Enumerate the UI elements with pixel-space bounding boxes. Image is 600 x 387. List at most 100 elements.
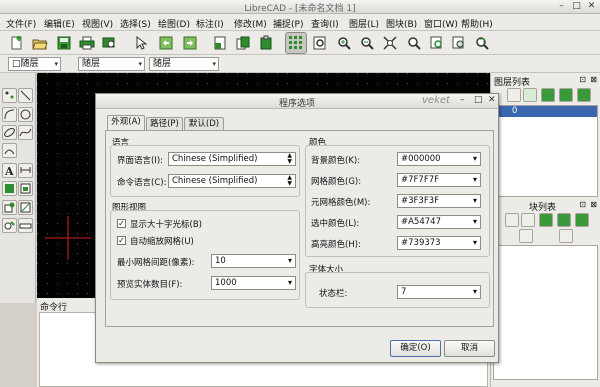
rename-block-icon[interactable] xyxy=(575,213,589,227)
layer-list[interactable]: 0 xyxy=(493,105,598,197)
add-block-icon[interactable] xyxy=(539,213,553,227)
hide-all-layers-icon[interactable] xyxy=(523,88,537,102)
hide-all-blocks-icon[interactable] xyxy=(521,213,535,227)
remove-layer-icon[interactable] xyxy=(559,88,573,102)
menu-draw[interactable]: 绘图(D) xyxy=(158,17,190,30)
tab-paths[interactable]: 路径(P) xyxy=(146,117,183,131)
tab-appearance[interactable]: 外观(A) xyxy=(107,115,145,131)
redo-icon[interactable] xyxy=(182,35,198,51)
grid-toggle-icon[interactable] xyxy=(285,32,307,54)
zoom-out-icon[interactable] xyxy=(359,35,375,51)
block-list[interactable] xyxy=(493,245,598,380)
paste-icon[interactable] xyxy=(258,35,274,51)
show-all-layers-icon[interactable] xyxy=(507,88,521,102)
autoscale-grid-checkbox[interactable]: ✓ xyxy=(117,236,126,245)
menu-window[interactable]: 窗口(W) xyxy=(424,17,458,30)
min-grid-spacing-select[interactable]: 10 ▾ xyxy=(211,254,296,268)
color-combo[interactable]: □随层 ▾ xyxy=(8,57,61,71)
grid-color-select[interactable]: #7F7F7F ▾ xyxy=(397,173,481,187)
cmd-language-select[interactable]: Chinese (Simplified) ▲ ▼ xyxy=(168,174,296,188)
float-icon-2[interactable]: ⊡ xyxy=(579,200,586,209)
meta-grid-color-select[interactable]: #3F3F3F ▾ xyxy=(397,194,481,208)
linewidth-combo[interactable]: 随层 ▾ xyxy=(78,57,145,71)
menu-block[interactable]: 图块(B) xyxy=(386,17,417,30)
modify-tool-icon[interactable] xyxy=(18,200,33,215)
point-tool-icon[interactable] xyxy=(2,88,17,103)
tab-defaults[interactable]: 默认(D) xyxy=(184,117,224,131)
layer-list-title: 图层列表 xyxy=(494,78,531,88)
polyline-tool-icon[interactable] xyxy=(2,143,17,158)
select-pointer-icon[interactable] xyxy=(133,35,149,51)
tab-content: 语言 界面语言(I): Chinese (Simplified) ▲ ▼ 命令语言(… xyxy=(105,130,494,327)
cad-tools-palette: A xyxy=(0,73,36,303)
line-tool-icon[interactable] xyxy=(18,88,33,103)
menu-dimension[interactable]: 标注(I) xyxy=(196,17,224,30)
maximize-icon[interactable]: □ xyxy=(571,1,582,12)
spline-tool-icon[interactable] xyxy=(18,125,33,140)
highlight-color-select[interactable]: #739373 ▾ xyxy=(397,236,481,250)
dimension-tool-icon[interactable] xyxy=(18,163,33,178)
menu-file[interactable]: 文件(F) xyxy=(6,17,36,30)
show-all-blocks-icon[interactable] xyxy=(505,213,519,227)
edit-block-icon[interactable] xyxy=(519,229,533,243)
statusbar-font-select[interactable]: 7 ▾ xyxy=(397,285,481,299)
linetype-combo[interactable]: 随层 ▾ xyxy=(149,57,219,71)
print-preview-icon[interactable] xyxy=(101,35,117,51)
insert-block-icon[interactable] xyxy=(559,229,573,243)
new-file-icon[interactable] xyxy=(9,35,25,51)
ellipse-tool-icon[interactable] xyxy=(2,125,17,140)
float-icon[interactable]: ⊡ xyxy=(579,75,586,84)
ok-button[interactable]: 确定(O) xyxy=(390,340,441,357)
highlight-color-label: 高亮颜色(H): xyxy=(311,240,361,250)
menu-edit[interactable]: 编辑(E) xyxy=(44,17,75,30)
menu-view[interactable]: 视图(V) xyxy=(82,17,113,30)
zoom-auto-icon[interactable] xyxy=(382,35,398,51)
remove-block-icon[interactable] xyxy=(557,213,571,227)
text-tool-icon[interactable]: A xyxy=(2,163,17,178)
menu-snap[interactable]: 捕捉(P) xyxy=(273,17,303,30)
menu-layer[interactable]: 图层(L) xyxy=(349,17,379,30)
open-file-icon[interactable] xyxy=(32,35,48,51)
minimize-icon[interactable]: – xyxy=(556,1,567,12)
menu-info[interactable]: 查询(I) xyxy=(311,17,339,30)
zoom-in-icon[interactable] xyxy=(336,35,352,51)
add-layer-icon[interactable] xyxy=(541,88,555,102)
preview-entities-select[interactable]: 1000 ▾ xyxy=(211,276,296,290)
zoom-redraw-icon[interactable] xyxy=(312,35,328,51)
circle-tool-icon[interactable] xyxy=(18,107,33,122)
background-color-select[interactable]: #000000 ▾ xyxy=(397,152,481,166)
edit-layer-icon[interactable] xyxy=(577,88,591,102)
selected-color-select[interactable]: #A54747 ▾ xyxy=(397,215,481,229)
zoom-previous-icon[interactable] xyxy=(406,35,422,51)
cut-icon[interactable] xyxy=(212,35,228,51)
print-icon[interactable] xyxy=(79,35,95,51)
dialog-close-icon[interactable]: ✕ xyxy=(488,95,496,105)
arc-tool-icon[interactable] xyxy=(2,107,17,122)
hatch-tool-icon[interactable] xyxy=(2,181,17,196)
min-grid-spacing-label: 最小网格间距(像素): xyxy=(117,258,195,268)
snap-tool-icon[interactable] xyxy=(2,218,17,233)
close-icon[interactable]: ✕ xyxy=(586,1,597,12)
layer-row[interactable]: 0 xyxy=(494,106,597,117)
right-dock: 图层列表 ⊡ ⊠ 0 块列表 ⊡ ⊠ xyxy=(490,73,600,387)
save-icon[interactable] xyxy=(56,35,72,51)
crosshair-checkbox[interactable]: ✓ xyxy=(117,219,126,228)
measure-tool-icon[interactable] xyxy=(18,218,33,233)
menu-modify[interactable]: 修改(M) xyxy=(234,17,267,30)
dialog-maximize-icon[interactable]: □ xyxy=(474,95,483,105)
close-panel-icon-2[interactable]: ⊠ xyxy=(590,200,597,209)
undo-icon[interactable] xyxy=(158,35,174,51)
close-panel-icon[interactable]: ⊠ xyxy=(590,75,597,84)
block-tool-icon[interactable] xyxy=(2,200,17,215)
zoom-window-icon[interactable] xyxy=(429,35,445,51)
copy-icon[interactable] xyxy=(235,35,251,51)
ui-language-select[interactable]: Chinese (Simplified) ▲ ▼ xyxy=(168,152,296,166)
zoom-pan-icon[interactable] xyxy=(451,35,467,51)
menu-help[interactable]: 帮助(H) xyxy=(461,17,493,30)
menu-select[interactable]: 选择(S) xyxy=(120,17,151,30)
zoom-select-icon[interactable] xyxy=(474,35,490,51)
image-tool-icon[interactable] xyxy=(18,181,33,196)
dialog-titlebar: 程序选项 veket – □ ✕ xyxy=(96,94,498,109)
dialog-minimize-icon[interactable]: – xyxy=(460,95,465,105)
cancel-button[interactable]: 取消 xyxy=(444,340,495,357)
